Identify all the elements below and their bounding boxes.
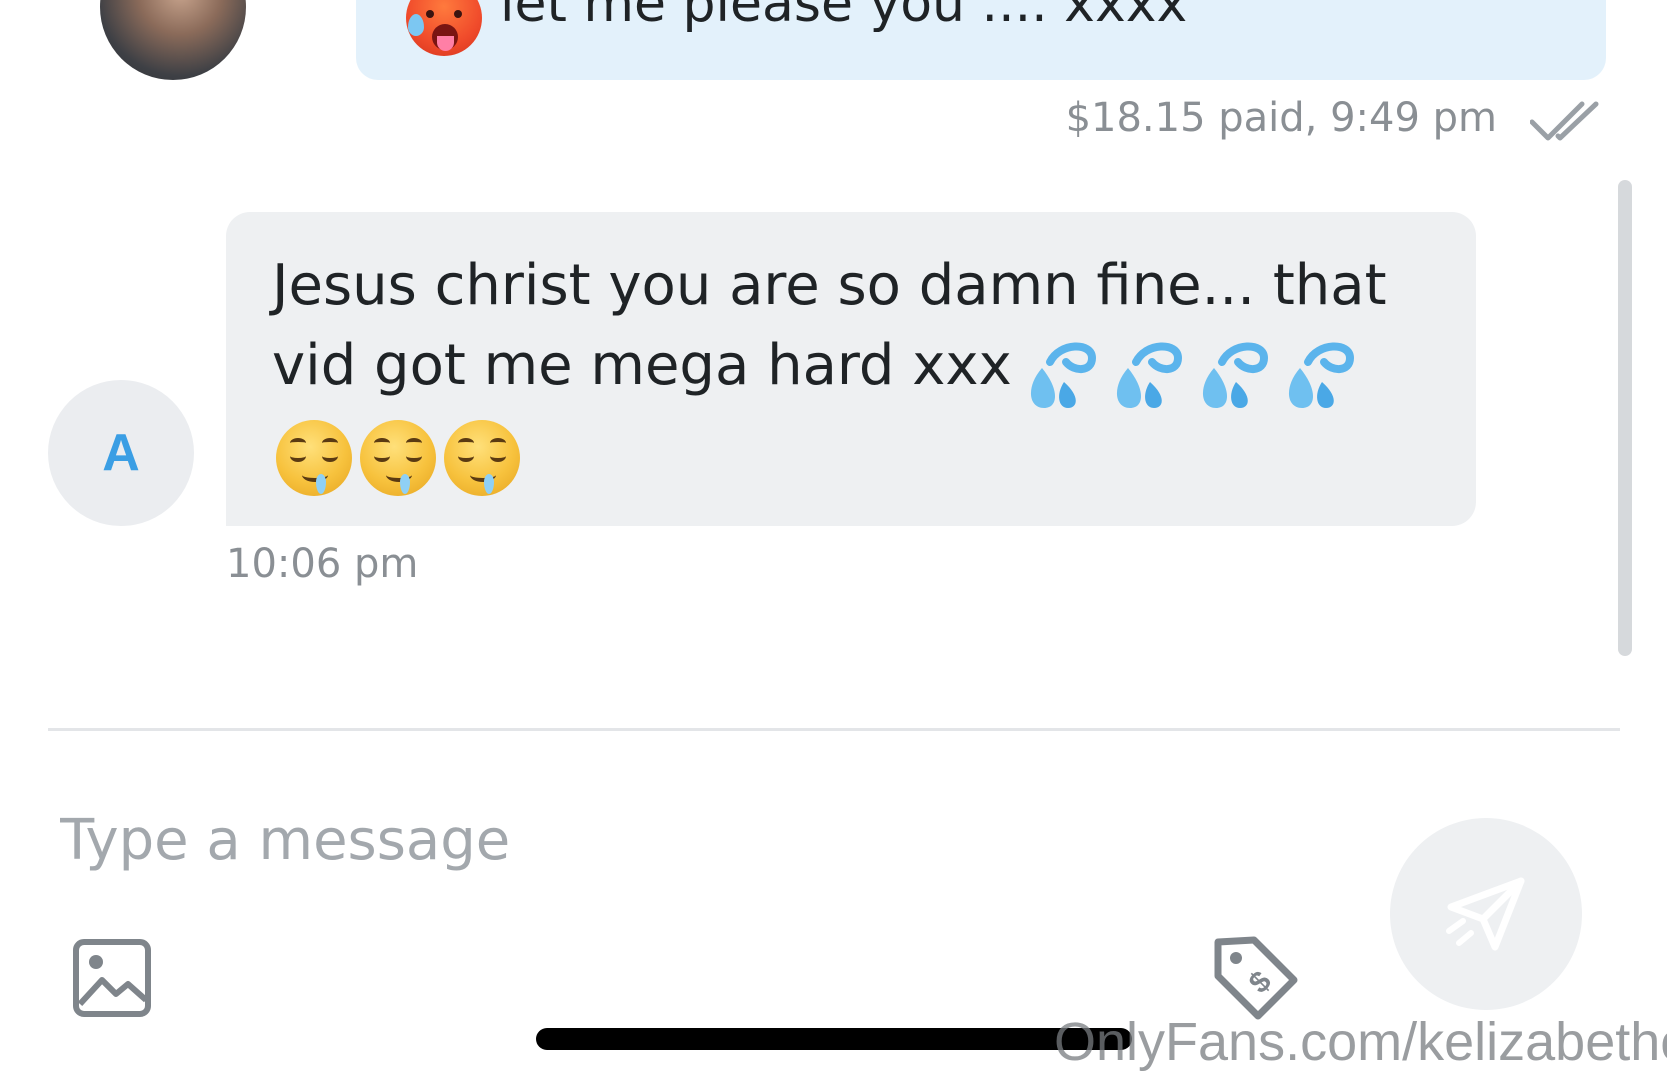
sweat-droplets-emoji-icon — [1288, 342, 1355, 408]
drooling-face-emoji-icon — [276, 420, 352, 496]
watermark: OnlyFans.com/kelizabethc — [1054, 1012, 1667, 1072]
svg-text:$: $ — [1243, 965, 1278, 1000]
message-input[interactable] — [60, 800, 1360, 880]
composer-divider — [48, 728, 1620, 731]
drooling-face-group — [276, 420, 520, 496]
drooling-face-emoji-icon — [360, 420, 436, 496]
sweat-droplets-emoji-icon — [1116, 342, 1183, 408]
incoming-message-time: 10:06 pm — [226, 541, 419, 587]
chat-scrollbar[interactable] — [1618, 180, 1632, 656]
drooling-face-emoji-icon — [444, 420, 520, 496]
avatar-initial: A — [102, 424, 140, 482]
send-icon — [1446, 877, 1525, 951]
image-icon[interactable] — [72, 938, 152, 1018]
send-button[interactable] — [1390, 818, 1582, 1010]
double-check-icon — [1530, 101, 1599, 141]
sender-avatar[interactable] — [100, 0, 246, 80]
price-tag-icon[interactable]: $ — [1210, 932, 1300, 1022]
sweat-droplets-emoji-icon — [1202, 342, 1269, 408]
payment-status: $18.15 paid, — [1065, 95, 1318, 141]
sweat-droplets-emoji-icon — [1030, 342, 1097, 408]
sweat-droplets-group — [1020, 338, 1358, 414]
recipient-avatar[interactable]: A — [48, 380, 194, 526]
outgoing-message-text: let me please you .... xxxx — [500, 0, 1188, 34]
outgoing-message-time: 9:49 pm — [1330, 95, 1497, 141]
home-indicator[interactable] — [536, 1028, 1132, 1050]
outgoing-message-meta: $18.15 paid, 9:49 pm — [1066, 92, 1497, 144]
